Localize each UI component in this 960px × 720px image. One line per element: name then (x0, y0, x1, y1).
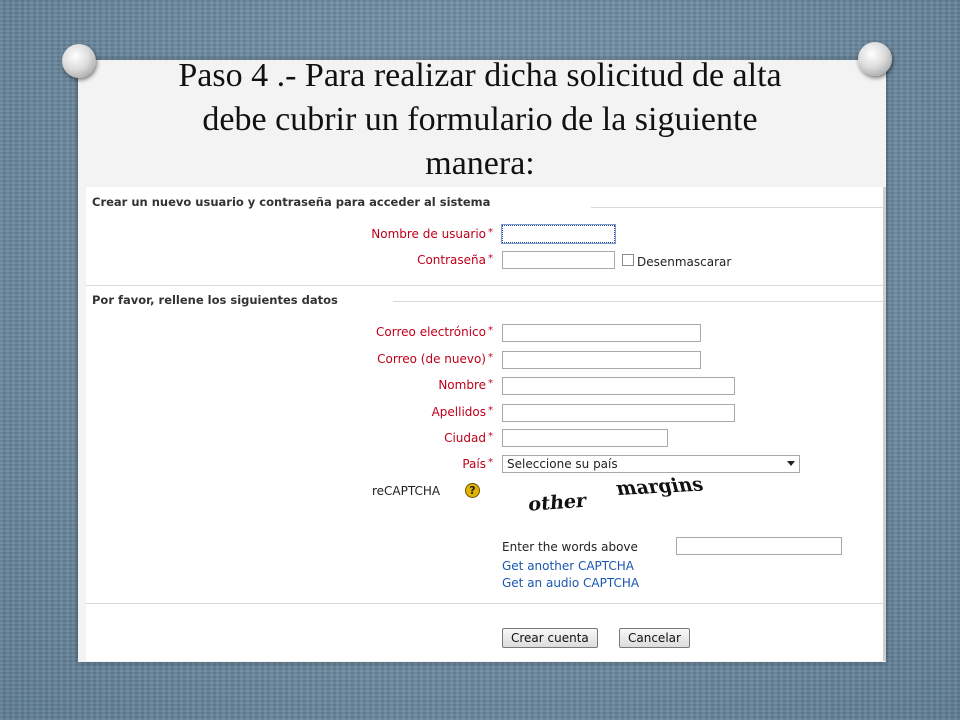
email-label-text: Correo electrónico (376, 325, 486, 339)
password-label-text: Contraseña (417, 253, 486, 267)
required-mark: * (488, 227, 493, 238)
create-account-button[interactable]: Crear cuenta (502, 628, 598, 648)
slide-title-line: debe cubrir un formulario de la siguient… (202, 101, 758, 138)
help-icon[interactable]: ? (465, 483, 480, 498)
captcha-word: other (528, 489, 588, 516)
slide-title: Paso 4 .- Para realizar dicha solicitud … (90, 54, 870, 186)
cancel-button[interactable]: Cancelar (619, 628, 690, 648)
required-mark: * (488, 405, 493, 416)
username-input[interactable] (501, 224, 616, 244)
captcha-reload-link[interactable]: Get another CAPTCHA (502, 559, 634, 573)
section-divider (393, 301, 883, 302)
email-confirm-label: Correo (de nuevo) * (377, 352, 493, 366)
country-label-text: País (462, 457, 486, 471)
required-mark: * (488, 352, 493, 363)
captcha-word: margins (613, 477, 706, 500)
captcha-word-2: margins (613, 477, 706, 500)
city-input[interactable] (502, 429, 668, 447)
captcha-audio-link[interactable]: Get an audio CAPTCHA (502, 576, 639, 590)
required-mark: * (488, 325, 493, 336)
firstname-input[interactable] (502, 377, 735, 395)
section-title-credentials: Crear un nuevo usuario y contraseña para… (92, 195, 491, 209)
lastname-label-text: Apellidos (431, 405, 486, 419)
slide-title-line: Paso 4 .- Para realizar dicha solicitud … (178, 57, 782, 94)
email-confirm-label-text: Correo (de nuevo) (377, 352, 486, 366)
email-label: Correo electrónico * (376, 325, 493, 339)
country-select-value: Seleccione su país (507, 457, 618, 471)
username-label: Nombre de usuario * (371, 227, 493, 241)
chevron-down-icon (787, 461, 795, 466)
password-input[interactable] (502, 251, 615, 269)
section-divider (86, 285, 883, 286)
username-label-text: Nombre de usuario (371, 227, 486, 241)
lastname-label: Apellidos * (432, 405, 493, 419)
captcha-image: other margins (528, 477, 706, 516)
required-mark: * (488, 253, 493, 264)
screenshot-edge (883, 187, 886, 661)
unmask-checkbox[interactable] (622, 254, 634, 266)
section-title-details: Por favor, rellene los siguientes datos (92, 293, 338, 307)
city-label-text: Ciudad (444, 431, 486, 445)
unmask-label: Desenmascarar (637, 255, 732, 269)
email-input[interactable] (502, 324, 701, 342)
captcha-input[interactable] (676, 537, 842, 555)
city-label: Ciudad * (444, 431, 493, 445)
firstname-label-text: Nombre (438, 378, 486, 392)
slide-title-line: manera: (425, 145, 535, 182)
required-mark: * (488, 378, 493, 389)
country-label: País * (462, 457, 493, 471)
required-mark: * (488, 457, 493, 468)
email-confirm-input[interactable] (502, 351, 701, 369)
country-select[interactable]: Seleccione su país (502, 455, 800, 473)
signup-form-screenshot: Crear un nuevo usuario y contraseña para… (86, 187, 883, 661)
lastname-input[interactable] (502, 404, 735, 422)
section-divider (86, 603, 883, 604)
firstname-label: Nombre * (438, 378, 493, 392)
required-mark: * (488, 431, 493, 442)
recaptcha-label: reCAPTCHA (372, 484, 441, 498)
captcha-prompt: Enter the words above (502, 540, 638, 554)
section-divider (591, 207, 883, 208)
captcha-word-1: other (528, 489, 588, 516)
password-label: Contraseña * (417, 253, 493, 267)
